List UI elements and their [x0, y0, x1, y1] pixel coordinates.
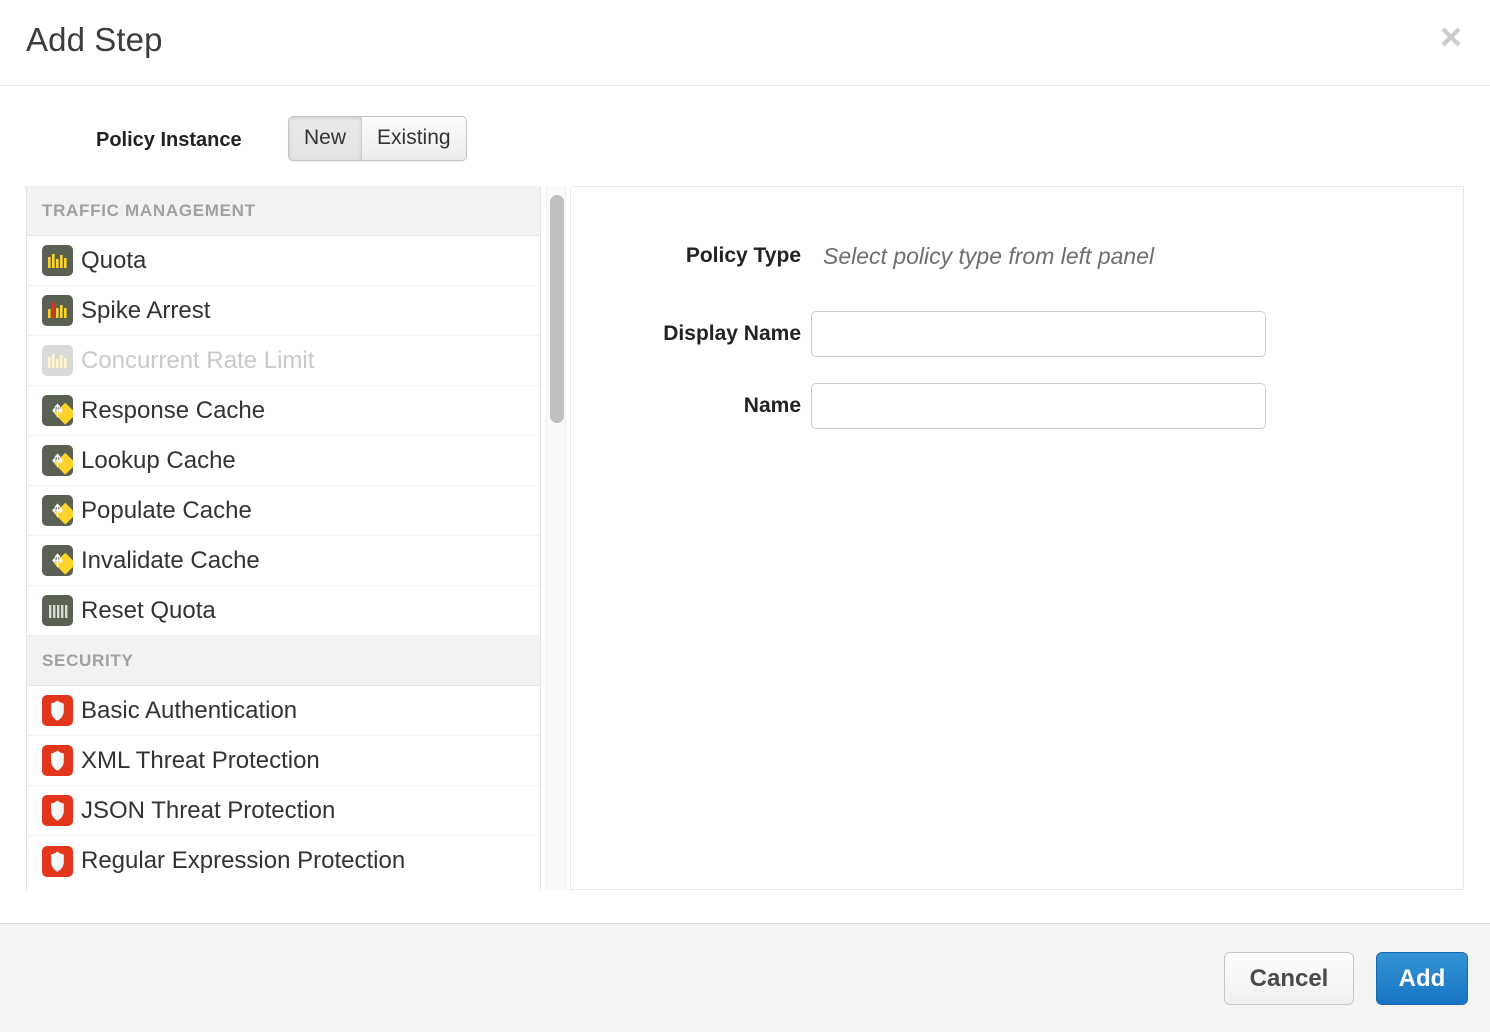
- list-item-regular-expression-protection[interactable]: Regular Expression Protection: [27, 836, 540, 886]
- name-row: Name: [571, 383, 1465, 429]
- list-item-xml-threat-protection[interactable]: XML Threat Protection: [27, 736, 540, 786]
- name-label: Name: [571, 393, 801, 419]
- list-item-concurrent-rate-limit: Concurrent Rate Limit: [27, 336, 540, 386]
- add-button[interactable]: Add: [1376, 952, 1468, 1005]
- dialog-footer: Cancel Add: [0, 923, 1490, 1032]
- display-name-row: Display Name: [571, 311, 1465, 357]
- policy-instance-row: Policy Instance New Existing: [0, 116, 1490, 164]
- list-item-json-threat-protection[interactable]: JSON Threat Protection: [27, 786, 540, 836]
- list-item-invalidate-cache[interactable]: Invalidate Cache: [27, 536, 540, 586]
- list-item-label: Response Cache: [81, 396, 265, 426]
- list-item-spike-arrest[interactable]: Spike Arrest: [27, 286, 540, 336]
- dialog-body: TRAFFIC MANAGEMENT Quota: [0, 186, 1490, 890]
- bar-chart-red-icon: [42, 295, 73, 326]
- bar-chart-yellow-icon: [42, 345, 73, 376]
- list-item-quota[interactable]: Quota: [27, 236, 540, 286]
- shield-icon: [42, 846, 73, 877]
- bar-chart-gray-icon: [42, 595, 73, 626]
- group-header-label: SECURITY: [42, 651, 134, 671]
- list-item-label: Spike Arrest: [81, 296, 210, 326]
- cache-diamond-icon: [42, 395, 73, 426]
- policy-type-value: Select policy type from left panel: [823, 242, 1154, 270]
- display-name-input[interactable]: [811, 311, 1266, 357]
- cache-diamond-icon: [42, 445, 73, 476]
- toggle-new[interactable]: New: [289, 117, 362, 160]
- group-header-label: TRAFFIC MANAGEMENT: [42, 201, 256, 221]
- cancel-button[interactable]: Cancel: [1224, 952, 1354, 1005]
- policy-detail-panel: Policy Type Select policy type from left…: [570, 186, 1464, 890]
- policy-type-row: Policy Type Select policy type from left…: [571, 242, 1465, 270]
- list-item-label: Populate Cache: [81, 496, 252, 526]
- list-item-label: Concurrent Rate Limit: [81, 346, 314, 376]
- dialog-header: Add Step: [0, 0, 1490, 86]
- shield-icon: [42, 795, 73, 826]
- group-header-security: SECURITY: [27, 636, 540, 686]
- list-item-label: Basic Authentication: [81, 696, 297, 726]
- list-item-response-cache[interactable]: Response Cache: [27, 386, 540, 436]
- list-item-reset-quota[interactable]: Reset Quota: [27, 586, 540, 636]
- page-title: Add Step: [26, 20, 163, 60]
- bar-chart-yellow-icon: [42, 245, 73, 276]
- toggle-existing[interactable]: Existing: [362, 117, 466, 160]
- add-step-dialog: Add Step Policy Instance New Existing TR…: [0, 0, 1490, 1032]
- list-item-populate-cache[interactable]: Populate Cache: [27, 486, 540, 536]
- list-item-basic-authentication[interactable]: Basic Authentication: [27, 686, 540, 736]
- list-item-lookup-cache[interactable]: Lookup Cache: [27, 436, 540, 486]
- list-item-label: Lookup Cache: [81, 446, 236, 476]
- shield-icon: [42, 695, 73, 726]
- list-item-label: Reset Quota: [81, 596, 216, 626]
- name-input[interactable]: [811, 383, 1266, 429]
- cache-diamond-icon: [42, 545, 73, 576]
- policy-list-scrollbar[interactable]: [546, 186, 566, 890]
- policy-instance-toggle-group[interactable]: New Existing: [288, 116, 467, 161]
- list-item-label: Invalidate Cache: [81, 546, 260, 576]
- list-item-label: Regular Expression Protection: [81, 846, 405, 876]
- scrollbar-thumb[interactable]: [550, 195, 564, 423]
- policy-instance-label: Policy Instance: [96, 127, 242, 153]
- display-name-label: Display Name: [571, 321, 801, 347]
- close-icon[interactable]: [1436, 22, 1466, 52]
- policy-type-label: Policy Type: [571, 243, 801, 269]
- list-item-label: JSON Threat Protection: [81, 796, 335, 826]
- cache-diamond-icon: [42, 495, 73, 526]
- list-item-label: Quota: [81, 246, 146, 276]
- list-item-label: XML Threat Protection: [81, 746, 320, 776]
- policy-type-list: TRAFFIC MANAGEMENT Quota: [26, 186, 541, 890]
- group-header-traffic-management: TRAFFIC MANAGEMENT: [27, 186, 540, 236]
- policy-list-inner: TRAFFIC MANAGEMENT Quota: [27, 186, 540, 886]
- shield-icon: [42, 745, 73, 776]
